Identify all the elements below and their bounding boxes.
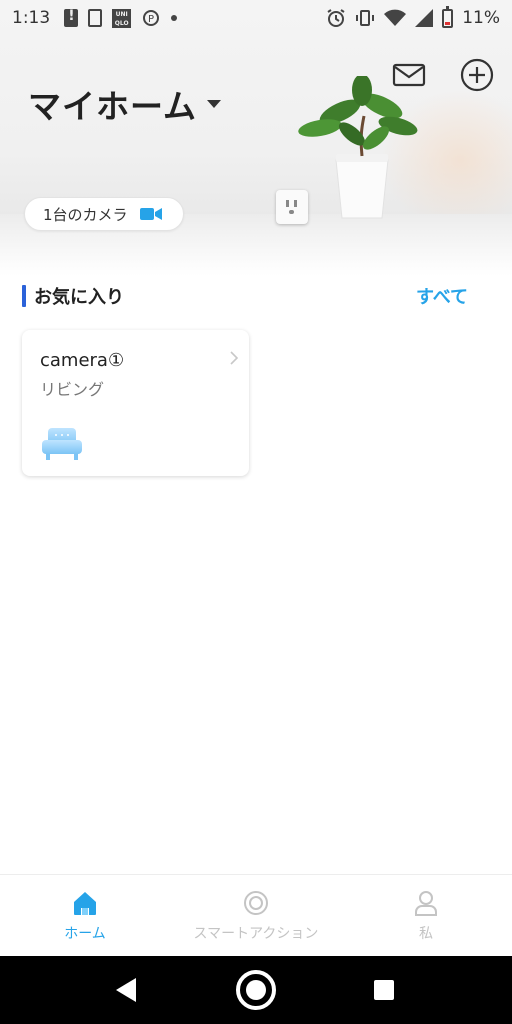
outlet-decoration (276, 190, 308, 224)
chevron-right-icon (230, 351, 239, 365)
section-accent-bar (22, 285, 26, 307)
back-icon[interactable] (116, 978, 136, 1002)
device-card[interactable]: camera① リビング (22, 330, 249, 476)
home-title: マイホーム (28, 87, 198, 126)
plus-circle-icon[interactable] (460, 58, 494, 92)
alarm-icon (327, 9, 345, 27)
more-notifications-icon (171, 15, 178, 21)
signal-icon (415, 9, 434, 27)
system-nav-bar (0, 956, 512, 1024)
camera-count-label: 1台のカメラ (43, 205, 128, 224)
sofa-icon (42, 428, 82, 460)
see-all-link[interactable]: すべて (416, 283, 468, 309)
recents-icon[interactable] (374, 980, 394, 1000)
home-icon (74, 892, 96, 915)
status-time: 1:13 (12, 8, 51, 28)
vibrate-icon (356, 10, 375, 26)
target-icon (244, 891, 268, 915)
favorites-header: お気に入り すべて (22, 284, 492, 308)
device-name: camera① (40, 350, 125, 371)
battery-icon (442, 5, 454, 28)
caret-down-icon (207, 100, 222, 108)
hero-background (0, 0, 512, 276)
tab-home[interactable]: ホーム (10, 889, 160, 949)
uniqlo-notification-icon: UNI QLO (112, 8, 132, 28)
alert-notification-icon (64, 8, 79, 27)
bottom-tab-bar: ホーム スマートアクション 私 (0, 874, 512, 956)
home-button-icon[interactable] (236, 970, 276, 1010)
wifi-icon (384, 9, 407, 26)
video-camera-icon (139, 208, 162, 220)
favorites-title: お気に入り (34, 287, 124, 308)
tab-me-label: 私 (419, 926, 433, 942)
tab-smart-action-label: スマートアクション (193, 926, 319, 942)
status-bar: 1:13 UNIQLO P 11% (0, 0, 512, 36)
device-room: リビング (40, 380, 105, 399)
sim-notification-icon (88, 9, 103, 27)
svg-text:P: P (148, 14, 154, 25)
home-selector[interactable]: マイホーム (28, 80, 222, 128)
pay-notification-icon: P (143, 10, 160, 26)
tab-home-label: ホーム (64, 926, 106, 942)
camera-count-chip[interactable]: 1台のカメラ (24, 197, 184, 231)
plant-decoration (298, 76, 418, 219)
person-icon (415, 891, 437, 916)
battery-percent: 11% (462, 8, 500, 28)
tab-smart-action[interactable]: スマートアクション (181, 889, 331, 949)
tab-me[interactable]: 私 (351, 889, 501, 949)
